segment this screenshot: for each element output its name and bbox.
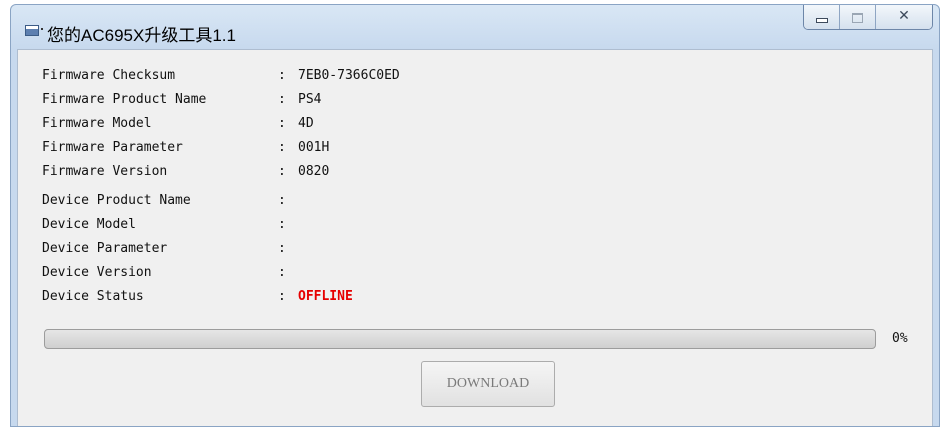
progress-percent: 0% <box>892 331 908 346</box>
device-model-row: Device Model: <box>42 213 298 237</box>
device-product-name-label: Device Product Name <box>42 193 191 208</box>
download-button[interactable]: DOWNLOAD <box>421 361 555 407</box>
firmware-product-name-value: PS4 <box>298 92 322 107</box>
row-colon: : <box>278 116 286 131</box>
close-icon: ✕ <box>898 8 910 24</box>
firmware-parameter-value: 001H <box>298 140 330 155</box>
title-bar[interactable]: 您的AC695X升级工具1.1 ✕ <box>11 5 939 49</box>
device-product-name-row: Device Product Name: <box>42 189 298 213</box>
download-progress-bar <box>44 329 876 349</box>
row-colon: : <box>278 92 286 107</box>
device-parameter-label: Device Parameter <box>42 241 168 256</box>
window-title: 您的AC695X升级工具1.1 <box>47 26 236 45</box>
upgrade-tool-window: 您的AC695X升级工具1.1 ✕ Firmware Checksum:7EB0… <box>10 4 940 427</box>
firmware-version-value: 0820 <box>298 164 330 179</box>
firmware-checksum-value: 7EB0-7366C0ED <box>298 68 400 83</box>
caption-buttons: ✕ <box>803 5 933 30</box>
row-colon: : <box>278 265 286 280</box>
minimize-icon <box>815 18 828 23</box>
row-colon: : <box>278 164 286 179</box>
close-button[interactable]: ✕ <box>876 5 932 29</box>
device-status-value: OFFLINE <box>298 289 353 304</box>
firmware-checksum-row: Firmware Checksum:7EB0-7366C0ED <box>42 64 400 88</box>
firmware-product-name-row: Firmware Product Name: PS4 <box>42 88 321 112</box>
row-colon: : <box>278 140 286 155</box>
row-colon: : <box>278 241 286 256</box>
device-status-label: Device Status <box>42 289 144 304</box>
firmware-product-name-label: Firmware Product Name <box>42 92 207 107</box>
device-version-row: Device Version: <box>42 261 298 285</box>
firmware-version-row: Firmware Version:0820 <box>42 160 329 184</box>
device-model-label: Device Model <box>42 217 136 232</box>
minimize-button[interactable] <box>804 5 840 29</box>
row-colon: : <box>278 68 286 83</box>
firmware-model-value: 4D <box>298 116 314 131</box>
firmware-parameter-row: Firmware Parameter:001H <box>42 136 329 160</box>
row-colon: : <box>278 217 286 232</box>
row-colon: : <box>278 193 286 208</box>
device-version-label: Device Version <box>42 265 152 280</box>
device-status-row: Device Status: OFFLINE <box>42 285 353 309</box>
firmware-model-label: Firmware Model <box>42 116 152 131</box>
client-area: Firmware Checksum:7EB0-7366C0ED Firmware… <box>17 49 933 426</box>
maximize-button[interactable] <box>840 5 876 29</box>
firmware-parameter-label: Firmware Parameter <box>42 140 183 155</box>
maximize-icon <box>852 13 863 23</box>
device-parameter-row: Device Parameter: <box>42 237 298 261</box>
firmware-checksum-label: Firmware Checksum <box>42 68 176 83</box>
firmware-version-label: Firmware Version <box>42 164 168 179</box>
row-colon: : <box>278 289 286 304</box>
firmware-model-row: Firmware Model:4D <box>42 112 314 136</box>
window-icon[interactable] <box>25 25 43 36</box>
